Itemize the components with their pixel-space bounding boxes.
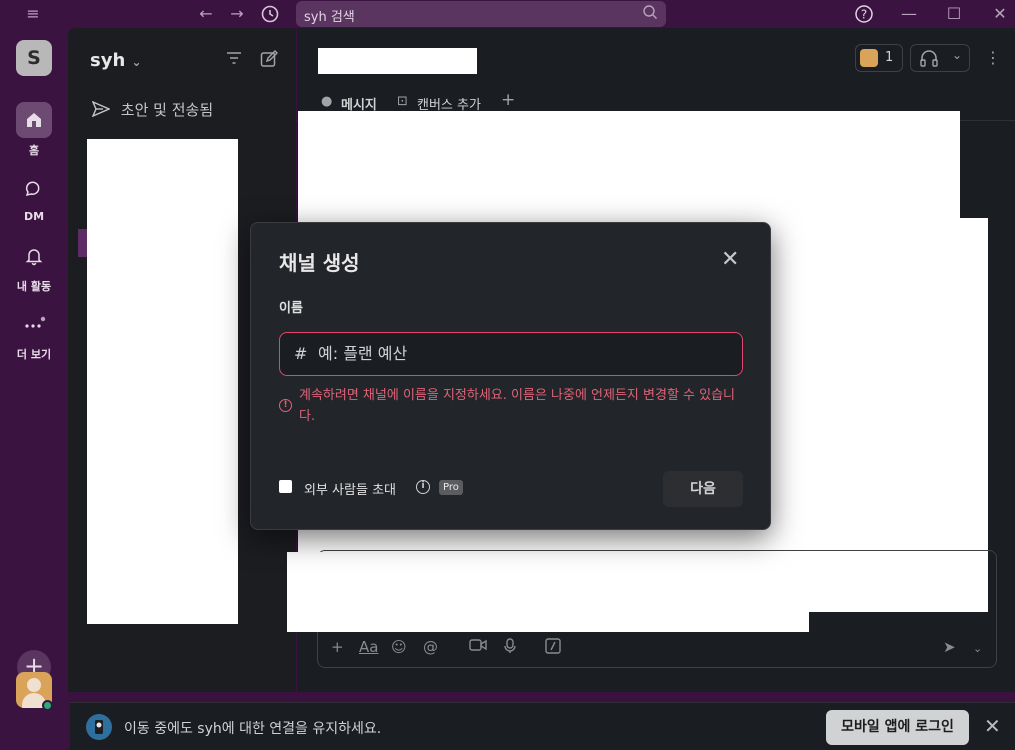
dialog-title: 채널 생성 bbox=[279, 251, 360, 275]
add-tab-icon[interactable]: + bbox=[501, 90, 515, 110]
left-rail: S 홈 DM 내 활동 더 보기 + bbox=[0, 28, 68, 750]
workspace-avatar[interactable]: S bbox=[16, 40, 52, 76]
search-icon bbox=[642, 4, 658, 24]
chevron-down-icon[interactable]: ⌄ bbox=[973, 642, 982, 655]
search-text: syh 검색 bbox=[304, 10, 355, 25]
workspace-menu[interactable]: syh ⌄ bbox=[90, 50, 142, 71]
member-avatar bbox=[860, 49, 878, 67]
titlebar: ≡ ← → syh 검색 ? — ☐ ✕ bbox=[0, 0, 1015, 28]
microphone-icon[interactable] bbox=[503, 638, 517, 658]
chevron-down-icon: ⌄ bbox=[952, 48, 963, 62]
home-icon[interactable] bbox=[16, 102, 52, 138]
rail-label-activity: 내 활동 bbox=[16, 280, 52, 293]
maximize-icon[interactable]: ☐ bbox=[943, 3, 965, 25]
message-icon: ● bbox=[321, 94, 333, 109]
chevron-down-icon: ⌄ bbox=[131, 55, 142, 69]
invite-external-label[interactable]: 외부 사람들 초대 bbox=[304, 479, 396, 498]
name-label: 이름 bbox=[279, 301, 303, 316]
error-icon: ! bbox=[279, 399, 292, 412]
bell-icon[interactable] bbox=[16, 238, 52, 274]
close-icon[interactable]: ✕ bbox=[721, 249, 739, 271]
filter-icon[interactable] bbox=[226, 50, 242, 70]
banner-text: 이동 중에도 syh에 대한 연결을 유지하세요. bbox=[124, 721, 382, 737]
pro-badge: Pro bbox=[439, 480, 463, 495]
info-icon[interactable]: i bbox=[416, 480, 430, 494]
rail-label-dm: DM bbox=[23, 210, 45, 223]
compose-icon[interactable] bbox=[260, 50, 278, 72]
invite-external-checkbox[interactable] bbox=[279, 480, 292, 493]
minimize-icon[interactable]: — bbox=[898, 3, 920, 25]
send-icon bbox=[91, 100, 115, 119]
close-icon[interactable]: ✕ bbox=[989, 3, 1011, 25]
kebab-menu-icon[interactable]: ⋮ bbox=[985, 48, 1001, 67]
menu-icon[interactable]: ≡ bbox=[22, 3, 44, 25]
hash-icon: # bbox=[294, 344, 308, 363]
redacted-channel-title bbox=[318, 48, 477, 74]
mobile-login-button[interactable]: 모바일 앱에 로그인 bbox=[826, 710, 969, 745]
mobile-app-banner: 이동 중에도 syh에 대한 연결을 유지하세요. 모바일 앱에 로그인 ✕ bbox=[70, 702, 1015, 750]
back-arrow-icon[interactable]: ← bbox=[195, 3, 217, 25]
dm-icon[interactable] bbox=[16, 170, 52, 206]
redacted-channel-list bbox=[87, 139, 238, 624]
send-icon[interactable]: ➤ bbox=[943, 638, 956, 656]
sidebar-item-drafts[interactable]: 초안 및 전송됨 bbox=[91, 99, 214, 120]
slack-window: ≡ ← → syh 검색 ? — ☐ ✕ S 홈 DM 내 활동 더 보기 + … bbox=[0, 0, 1015, 750]
presence-indicator bbox=[42, 700, 53, 711]
headphones-button[interactable]: ⌄ bbox=[910, 44, 970, 72]
close-icon[interactable]: ✕ bbox=[984, 714, 1001, 738]
redacted-composer-text bbox=[287, 552, 809, 632]
video-icon[interactable] bbox=[469, 638, 487, 656]
channel-name-field[interactable]: # bbox=[279, 332, 743, 376]
history-icon[interactable] bbox=[259, 3, 281, 25]
rail-label-more: 더 보기 bbox=[16, 348, 52, 361]
create-channel-dialog: 채널 생성 ✕ 이름 # ! 계속하려면 채널에 이름을 지정하세요. 이름은 … bbox=[250, 222, 771, 530]
mention-icon[interactable]: @ bbox=[423, 638, 438, 656]
forward-arrow-icon[interactable]: → bbox=[226, 3, 248, 25]
shortcut-icon[interactable] bbox=[545, 638, 561, 658]
plus-icon[interactable]: + bbox=[331, 638, 344, 656]
emoji-icon[interactable]: ☺ bbox=[391, 638, 407, 656]
workspace-name: syh bbox=[90, 50, 126, 71]
formatting-icon[interactable]: Aa bbox=[359, 638, 378, 656]
member-count: 1 bbox=[885, 50, 894, 65]
canvas-icon: ⊡ bbox=[397, 94, 408, 109]
svg-text:?: ? bbox=[861, 8, 867, 22]
next-button[interactable]: 다음 bbox=[663, 471, 743, 507]
sidebar-item-label: 초안 및 전송됨 bbox=[120, 101, 214, 119]
rail-label-home: 홈 bbox=[28, 144, 40, 157]
more-icon[interactable] bbox=[16, 306, 52, 342]
search-bar[interactable]: syh 검색 bbox=[296, 1, 666, 27]
help-icon[interactable]: ? bbox=[853, 3, 875, 25]
channel-name-input[interactable] bbox=[318, 344, 718, 363]
headphones-icon bbox=[919, 49, 939, 71]
error-message: 계속하려면 채널에 이름을 지정하세요. 이름은 나중에 언제든지 변경할 수 … bbox=[299, 388, 736, 424]
phone-icon bbox=[86, 714, 112, 740]
